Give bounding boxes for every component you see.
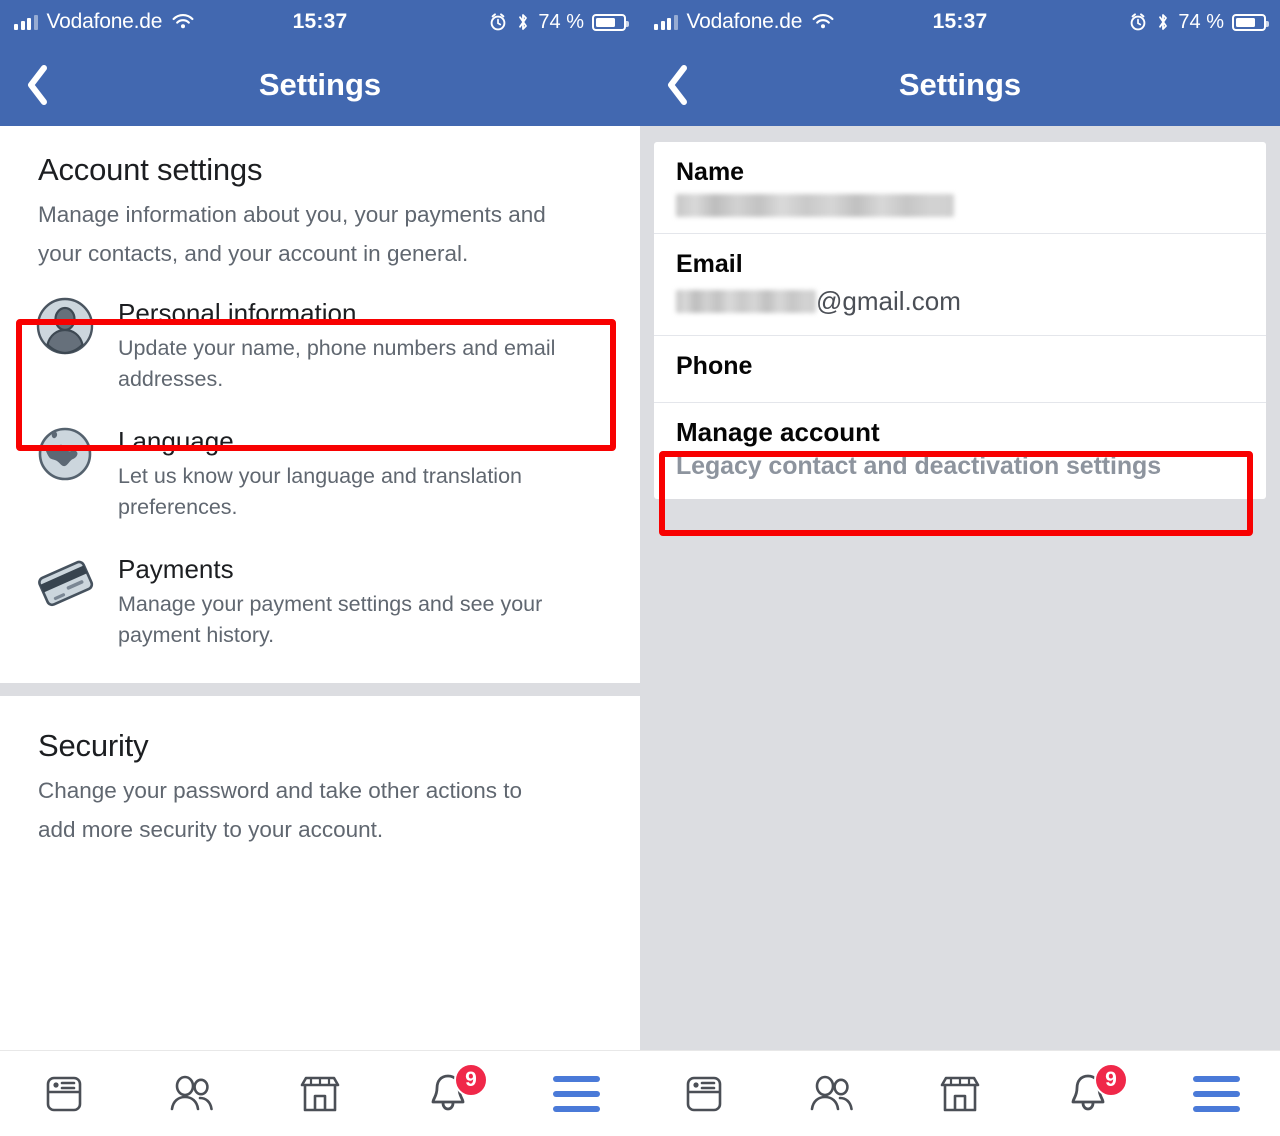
bluetooth-icon [519,14,528,30]
page-title: Settings [258,67,382,102]
news-feed-icon [46,1076,82,1111]
list-item-manage-account[interactable]: Manage account Legacy contact and deacti… [654,403,1266,499]
security-heading: Security [38,727,149,763]
name-label: Name [676,158,745,186]
status-bar-right: Vodafone.de 15:37 74 % [640,0,1280,44]
chevron-left-icon [668,65,687,105]
status-bar-right-group: 74 % [488,10,629,34]
battery-icon [592,13,629,31]
personal-information-subtitle: Update your name, phone numbers and emai… [118,335,556,392]
alarm-icon [1131,13,1146,31]
payments-subtitle: Manage your payment settings and see you… [118,591,543,647]
notifications-badge: 9 [454,1063,488,1097]
status-bar-left: Vodafone.de 15:37 74 % [0,0,640,44]
dual-screenshot-composite: Vodafone.de 15:37 74 % Settings Account … [0,0,1280,1136]
alarm-icon [491,13,506,31]
signal-icon [14,14,38,30]
notifications-tab[interactable]: 9 [384,1051,512,1136]
chevron-left-icon [28,65,47,105]
news-feed-tab[interactable] [0,1051,128,1136]
redacted-name [676,193,954,217]
email-domain: @gmail.com [816,286,961,316]
battery-icon [1232,13,1269,31]
sidebar-item-payments[interactable]: Payments Manage your payment settings an… [0,537,640,665]
marketplace-store-icon [940,1076,980,1111]
spacer [0,664,640,683]
carrier-label: Vodafone.de [686,10,803,33]
credit-card-icon [34,551,96,613]
account-settings-description: Manage information about you, your payme… [38,202,546,266]
list-item-phone[interactable]: Phone [654,336,1266,404]
battery-percent-label: 74 % [538,10,584,33]
manage-account-title: Manage account [676,417,880,448]
menu-tab[interactable] [512,1051,640,1136]
status-bar-left-group: Vodafone.de [14,10,195,34]
language-title: Language [118,426,234,457]
friends-icon [810,1075,853,1110]
status-bar-right-right-group: 74 % [1128,10,1269,34]
status-bar-right-left-group: Vodafone.de [654,10,835,34]
back-button[interactable] [640,44,714,126]
left-screen-panel: Vodafone.de 15:37 74 % Settings Account … [0,0,640,1136]
tab-bar-left: 9 [0,1050,640,1136]
section-divider [0,682,640,696]
account-details-card: Name Email @gmail.com Phone Manage accou… [654,142,1266,500]
menu-tab[interactable] [1152,1051,1280,1136]
left-content-scroll[interactable]: Account settings Manage information abou… [0,126,640,1050]
friends-tab[interactable] [768,1051,896,1136]
personal-information-text: Personal information Update your name, p… [118,295,588,395]
friends-icon [170,1075,213,1110]
phone-label: Phone [676,351,753,380]
page-title: Settings [898,67,1022,102]
security-description: Change your password and take other acti… [38,777,523,842]
personal-information-title: Personal information [118,298,357,329]
notifications-badge: 9 [1094,1063,1128,1097]
globe-icon [34,423,96,485]
payments-text: Payments Manage your payment settings an… [118,551,588,651]
account-settings-section: Account settings Manage information abou… [0,126,640,282]
nav-bar-left: Settings [0,44,640,126]
right-content-scroll[interactable]: Name Email @gmail.com Phone Manage accou… [640,126,1280,1050]
back-button[interactable] [0,44,74,126]
news-feed-icon [686,1076,722,1111]
email-value: @gmail.com [676,285,1244,319]
marketplace-tab[interactable] [896,1051,1024,1136]
tab-bar-right: 9 [640,1050,1280,1136]
notifications-tab[interactable]: 9 [1024,1051,1152,1136]
nav-bar-right: Settings [640,44,1280,126]
list-item-email[interactable]: Email @gmail.com [654,234,1266,336]
list-item-name[interactable]: Name [654,142,1266,234]
redacted-email-local-part [676,290,816,314]
bluetooth-icon [1159,14,1168,30]
account-settings-heading: Account settings [38,152,263,187]
carrier-label: Vodafone.de [46,10,163,33]
wifi-icon [812,14,834,29]
marketplace-store-icon [300,1076,340,1111]
payments-title: Payments [118,554,234,585]
security-section: Security Change your password and take o… [0,695,640,858]
wifi-icon [172,14,194,29]
news-feed-tab[interactable] [640,1051,768,1136]
right-screen-panel: Vodafone.de 15:37 74 % Settings Name Ema… [640,0,1280,1136]
name-value [676,193,1244,217]
battery-percent-label: 74 % [1178,10,1224,33]
sidebar-item-personal-information[interactable]: Personal information Update your name, p… [0,281,640,410]
person-avatar-icon [34,295,96,357]
hamburger-menu-icon [552,1075,600,1112]
friends-tab[interactable] [128,1051,256,1136]
marketplace-tab[interactable] [256,1051,384,1136]
email-label: Email [676,249,743,278]
language-text: Language Let us know your language and t… [118,423,588,523]
language-subtitle: Let us know your language and translatio… [118,463,522,519]
signal-icon [654,14,678,30]
sidebar-item-language[interactable]: Language Let us know your language and t… [0,409,640,538]
hamburger-menu-icon [1192,1075,1240,1112]
manage-account-subtitle: Legacy contact and deactivation settings [676,452,1162,481]
